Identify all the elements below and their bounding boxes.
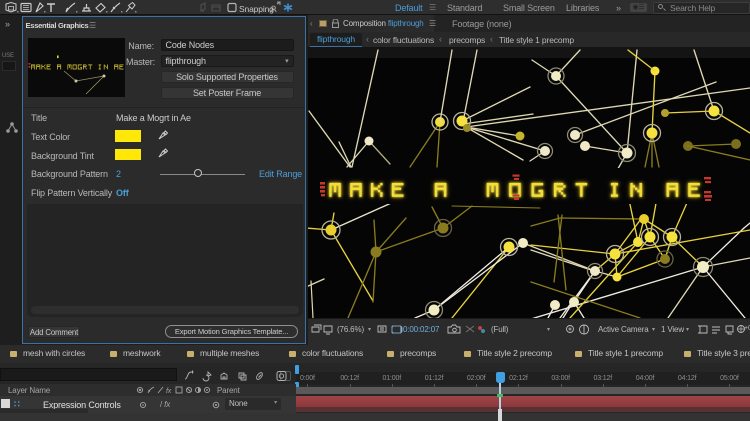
svg-text:fx: fx bbox=[166, 388, 172, 395]
